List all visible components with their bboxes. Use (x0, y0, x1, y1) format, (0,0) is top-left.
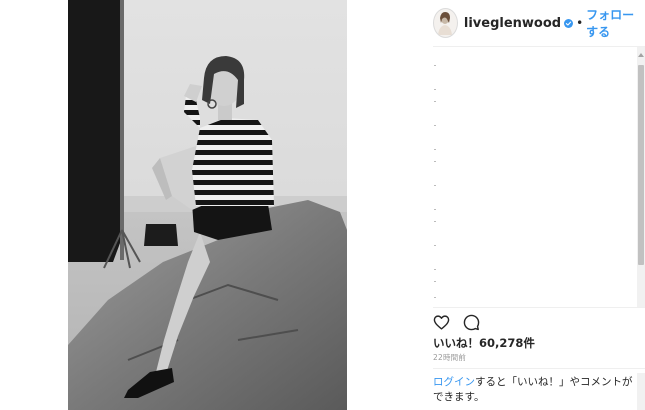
post-header: liveglenwood • フォローする (433, 6, 645, 40)
page-scrollbar[interactable] (637, 373, 645, 410)
follow-button[interactable]: フォローする (586, 6, 645, 40)
login-link[interactable]: ログイン (433, 376, 475, 388)
comments-area[interactable] (433, 46, 645, 308)
avatar[interactable] (433, 8, 458, 38)
verified-badge-icon (564, 18, 574, 28)
separator-dot: • (576, 16, 584, 30)
scrollbar-thumb[interactable] (638, 65, 644, 265)
heart-icon[interactable] (433, 314, 450, 331)
username[interactable]: liveglenwood (464, 16, 561, 31)
like-count[interactable]: いいね！60,278件 (433, 335, 535, 351)
post-sidebar: liveglenwood • フォローする いいね！60,278件 22時間前 … (347, 0, 645, 410)
caption-text-fragments (433, 47, 439, 307)
comments-scrollbar[interactable] (637, 47, 645, 307)
comment-icon[interactable] (463, 314, 480, 331)
post-actions (433, 312, 493, 332)
scroll-up-arrow-icon[interactable] (638, 53, 644, 57)
post-timestamp: 22時間前 (433, 353, 467, 362)
post-photo[interactable] (68, 0, 347, 410)
post-photo-image (68, 0, 347, 410)
divider (433, 368, 645, 369)
login-prompt: ログインすると「いいね！」やコメントができます。 (433, 375, 633, 405)
